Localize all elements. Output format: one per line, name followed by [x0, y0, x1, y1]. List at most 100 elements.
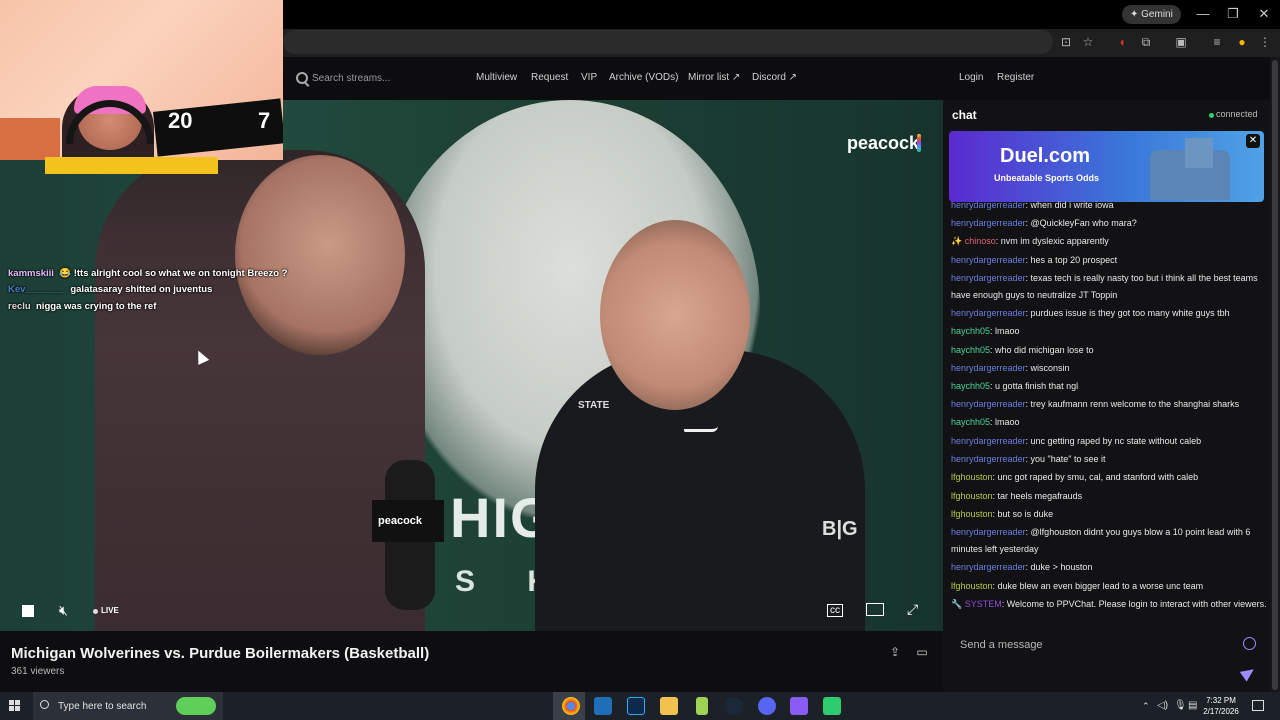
ad-close-icon[interactable]: ✕ — [1246, 134, 1260, 148]
fullscreen-icon[interactable]: ⤢ — [907, 601, 918, 618]
coach-head — [600, 220, 750, 410]
discord-icon[interactable] — [758, 697, 776, 715]
chat-username[interactable]: henrydargerreader — [951, 218, 1026, 228]
chat-username[interactable]: henrydargerreader — [951, 399, 1026, 409]
chat-username[interactable]: haychh05 — [951, 381, 990, 391]
emoji-icon[interactable] — [1243, 637, 1256, 650]
chat-username[interactable]: henrydargerreader — [951, 200, 1026, 210]
chat-message-text: : hes a top 20 prospect — [1025, 255, 1118, 265]
chat-username[interactable]: 🔧 SYSTEM — [951, 599, 1002, 609]
chat-username[interactable]: haychh05 — [951, 326, 990, 336]
mute-icon[interactable]: 🔇︎ — [59, 602, 68, 619]
nav-archive[interactable]: Archive (VODs) — [609, 72, 678, 83]
tray-chevron-icon[interactable]: ⌃ — [1142, 701, 1150, 712]
captions-icon[interactable]: cc — [827, 604, 843, 617]
extension-record-icon[interactable]: ◖ — [1113, 34, 1131, 50]
chat-username[interactable]: henrydargerreader — [951, 363, 1026, 373]
minimize-button[interactable]: — — [1188, 4, 1218, 24]
chat-username[interactable]: henrydargerreader — [951, 454, 1026, 464]
login-link[interactable]: Login — [959, 72, 983, 83]
nav-discord[interactable]: Discord ↗ — [752, 72, 797, 83]
overlay-message: 😂 !tts alright cool so what we on tonigh… — [59, 268, 288, 279]
chat-message: haychh05: u gotta finish that ngl — [951, 378, 1267, 395]
search-icon — [296, 72, 308, 84]
chat-message: haychh05: lmaoo — [951, 323, 1267, 340]
chat-message-text: : who did michigan lose to — [990, 345, 1094, 355]
chat-username[interactable]: haychh05 — [951, 417, 990, 427]
overlay-chat-line: kammskiii 😂 !tts alright cool so what we… — [8, 268, 287, 279]
page-scrollbar-thumb[interactable] — [1272, 60, 1278, 690]
ad-castle-tower — [1185, 138, 1213, 168]
picture-in-picture-icon[interactable] — [866, 603, 884, 616]
maximize-button[interactable]: ❐ — [1218, 4, 1248, 24]
chat-username[interactable]: lfghouston — [951, 472, 993, 482]
browser-menu-icon[interactable]: ⋮ — [1256, 34, 1274, 50]
chat-message-text: : when did i write iowa — [1025, 200, 1114, 210]
chat-message: henrydargerreader: @QuickleyFan who mara… — [951, 215, 1267, 232]
ad-subtitle: Unbeatable Sports Odds — [994, 173, 1100, 183]
chat-username[interactable]: henrydargerreader — [951, 308, 1026, 318]
chat-message: lfghouston: unc got raped by smu, cal, a… — [951, 469, 1267, 486]
stop-button[interactable] — [22, 605, 34, 617]
chat-heading: chat — [952, 108, 977, 122]
nav-mirror-list[interactable]: Mirror list ↗ — [688, 72, 740, 83]
chat-message-text: : @QuickleyFan who mara? — [1025, 218, 1137, 228]
steam-icon[interactable] — [725, 697, 743, 715]
nav-vip[interactable]: VIP — [581, 72, 597, 83]
chat-username[interactable]: lfghouston — [951, 509, 993, 519]
windows-start-icon[interactable] — [9, 700, 21, 712]
chat-username[interactable]: lfghouston — [951, 491, 993, 501]
nav-multiview[interactable]: Multiview — [476, 72, 517, 83]
chat-username[interactable]: henrydargerreader — [951, 273, 1026, 283]
live-indicator-dot — [93, 609, 98, 614]
chat-username[interactable]: henrydargerreader — [951, 436, 1026, 446]
close-window-button[interactable]: ✕ — [1249, 4, 1279, 24]
webcam-overlay: 20 7 — [0, 0, 283, 160]
network-icon[interactable]: ▤ — [1188, 700, 1197, 711]
app-icon[interactable] — [790, 697, 808, 715]
chat-message-text: : but so is duke — [992, 509, 1054, 519]
extensions-puzzle-icon[interactable]: ⧉ — [1137, 34, 1155, 50]
chat-username[interactable]: henrydargerreader — [951, 527, 1026, 537]
microphone-icon[interactable]: 🎙︎ — [1174, 700, 1187, 711]
notifications-icon[interactable] — [1252, 700, 1264, 711]
gemini-button[interactable]: ✦ Gemini — [1122, 5, 1181, 24]
chat-username[interactable]: lfghouston — [951, 581, 993, 591]
install-icon[interactable]: ⊡ — [1057, 34, 1075, 50]
overlay-username: reclu — [8, 301, 31, 312]
chat-username[interactable]: haychh05 — [951, 345, 990, 355]
search-streams-input[interactable] — [312, 70, 452, 87]
taskbar-clock[interactable]: 7:32 PM 2/17/2026 — [1198, 695, 1244, 717]
chat-message-text: : lmaoo — [990, 417, 1020, 427]
chat-message: ✨ chinoso: nvm im dyslexic apparently — [951, 233, 1267, 250]
share-icon[interactable]: ⇪ — [888, 645, 902, 659]
chat-message: henrydargerreader: when did i write iowa — [951, 197, 1267, 214]
volume-icon[interactable]: ◁) — [1157, 700, 1168, 711]
chat-username[interactable]: henrydargerreader — [951, 255, 1026, 265]
profile-avatar-icon[interactable]: ● — [1233, 34, 1251, 50]
video-player[interactable]: HIG S K STATE B|G peacock — [0, 100, 943, 631]
visual-studio-icon[interactable] — [594, 697, 612, 715]
cast-icon[interactable]: ▣ — [1172, 34, 1190, 50]
media-control-icon[interactable]: ≡ — [1208, 34, 1226, 50]
chat-message: lfghouston: tar heels megafrauds — [951, 488, 1267, 505]
app-icon[interactable] — [696, 697, 708, 715]
address-bar[interactable] — [283, 30, 1053, 54]
chat-username[interactable]: henrydargerreader — [951, 562, 1026, 572]
file-explorer-icon[interactable] — [660, 697, 678, 715]
overlay-chat-line: reclu nigga was crying to the ref — [8, 301, 156, 312]
webcam-shelf — [0, 118, 60, 160]
chat-message-text: : purdues issue is they got too many whi… — [1025, 308, 1230, 318]
chat-message-text: : duke blew an even bigger lead to a wor… — [992, 581, 1204, 591]
photoshop-icon[interactable] — [627, 697, 645, 715]
chat-message-input[interactable] — [950, 634, 1235, 656]
chat-username[interactable]: ✨ chinoso — [951, 236, 996, 246]
theater-mode-icon[interactable]: ▭ — [915, 645, 929, 659]
app-icon[interactable] — [823, 697, 841, 715]
chat-message: haychh05: lmaoo — [951, 414, 1267, 431]
register-link[interactable]: Register — [997, 72, 1034, 83]
chrome-app-icon[interactable] — [562, 697, 580, 715]
nav-request[interactable]: Request — [531, 72, 568, 83]
bookmark-star-icon[interactable]: ☆ — [1079, 34, 1097, 50]
chat-message: 🔧 SYSTEM: Welcome to PPVChat. Please log… — [951, 596, 1267, 613]
